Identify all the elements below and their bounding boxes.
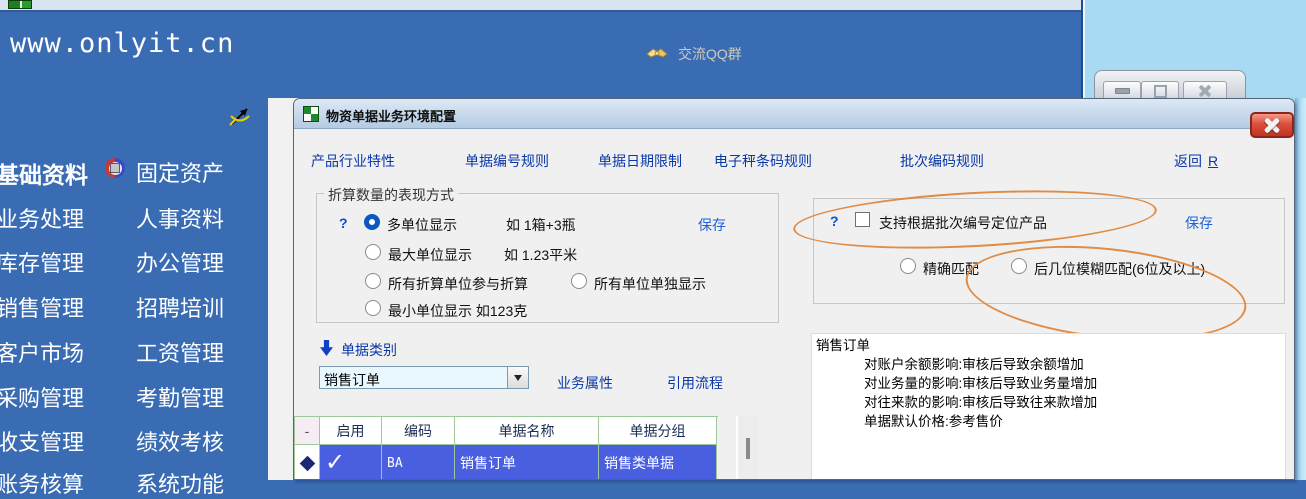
scrollbar-thumb[interactable]: [746, 438, 750, 459]
sidebar-item-performance[interactable]: 绩效考核: [136, 425, 224, 457]
close-icon: [1198, 85, 1212, 97]
info-line: 对往来款的影响:审核后导致往来款增加: [816, 393, 1281, 412]
info-line: 对账户余额影响:审核后导致余额增加: [816, 355, 1281, 374]
save-batch-button[interactable]: 保存: [1185, 213, 1213, 233]
background-window-titlebar: [1094, 70, 1246, 100]
down-arrow-icon: [320, 340, 333, 356]
doc-category-label: 单据类别: [341, 340, 397, 360]
qq-group-label: 交流QQ群: [678, 44, 742, 64]
radio-multi-unit-label: 多单位显示: [387, 215, 457, 235]
app-icon: [8, 0, 32, 9]
nav-batch-code-rule[interactable]: 批次编码规则: [900, 151, 984, 171]
dropdown-arrow-icon: [514, 375, 522, 381]
quantity-groupbox-legend: 折算数量的表现方式: [324, 185, 458, 205]
nav-doc-date-limit[interactable]: 单据日期限制: [598, 151, 682, 171]
sidebar-item-income[interactable]: 收支管理: [0, 425, 84, 457]
sidebar-item-salary[interactable]: 工资管理: [136, 336, 224, 368]
right-window-sliver: [1295, 98, 1306, 480]
radio-min-unit-label: 最小单位显示 如123克: [388, 301, 527, 321]
minimize-icon: [1115, 88, 1130, 94]
batch-locate-checkbox-label: 支持根据批次编号定位产品: [879, 213, 1047, 233]
check-icon: ✓: [325, 451, 345, 475]
sidebar-item-business[interactable]: 业务处理: [0, 202, 84, 234]
sidebar-item-attendance[interactable]: 考勤管理: [136, 381, 224, 413]
cursor-icon: [228, 104, 252, 128]
radio-multi-unit[interactable]: [364, 214, 380, 230]
doc-category-value: 销售订单: [320, 367, 507, 388]
help-icon[interactable]: ?: [830, 213, 839, 229]
maximize-icon: [1154, 85, 1167, 98]
refresh-icon: [105, 158, 125, 178]
table-header-row: - 启用 编码 单据名称 单据分组: [295, 417, 718, 445]
sidebar-item-inventory[interactable]: 库存管理: [0, 246, 84, 278]
row-code-cell: BA: [382, 445, 455, 480]
max-unit-example: 如 1.23平米: [504, 245, 577, 265]
return-link[interactable]: 返回R: [1174, 151, 1218, 171]
dropdown-button[interactable]: [507, 367, 528, 388]
radio-max-unit-label: 最大单位显示: [388, 245, 472, 265]
radio-units-separate-label: 所有单位单独显示: [594, 274, 706, 294]
table-header-code: 编码: [382, 417, 455, 445]
row-group-cell: 销售类单据: [599, 445, 717, 480]
row-marker-cell: [295, 445, 320, 480]
sidebar-item-sales[interactable]: 销售管理: [0, 291, 84, 323]
sidebar-item-recruit[interactable]: 招聘培训: [136, 291, 224, 323]
info-line: 单据默认价格:参考售价: [816, 412, 1281, 431]
doc-table: - 启用 编码 单据名称 单据分组 ✓ BA 销售订单 销售类单据: [294, 416, 718, 480]
save-quantity-button[interactable]: 保存: [698, 215, 726, 235]
batch-locate-checkbox[interactable]: [855, 212, 870, 227]
dialog-icon: [303, 106, 319, 122]
sidebar-item-fixed-assets[interactable]: 固定资产: [136, 156, 224, 188]
radio-units-separate[interactable]: [571, 273, 587, 289]
business-attr-link[interactable]: 业务属性: [557, 373, 613, 393]
help-icon[interactable]: ?: [339, 215, 348, 231]
radio-exact-match-label: 精确匹配: [923, 259, 979, 279]
table-header-enabled: 启用: [320, 417, 382, 445]
radio-min-unit[interactable]: [365, 300, 381, 316]
table-header-group: 单据分组: [599, 417, 717, 445]
nav-doc-number-rule[interactable]: 单据编号规则: [465, 151, 549, 171]
dialog-title: 物资单据业务环境配置: [326, 106, 456, 125]
diamond-icon: [299, 455, 315, 471]
row-name-cell: 销售订单: [455, 445, 599, 480]
sidebar-item-base-data[interactable]: 基础资料: [0, 156, 88, 190]
nav-product-industry[interactable]: 产品行业特性: [311, 151, 395, 171]
handshake-icon: [646, 46, 668, 62]
radio-fuzzy-match[interactable]: [1011, 258, 1027, 274]
sidebar-item-hr[interactable]: 人事资料: [136, 202, 224, 234]
radio-all-units-convert[interactable]: [365, 273, 381, 289]
qq-group-link[interactable]: 交流QQ群: [646, 44, 742, 64]
sidebar-item-purchase[interactable]: 采购管理: [0, 381, 84, 413]
table-row[interactable]: ✓ BA 销售订单 销售类单据: [295, 445, 718, 480]
table-header-name: 单据名称: [455, 417, 599, 445]
info-line: 销售订单: [816, 336, 1281, 355]
sidebar-item-accounting[interactable]: 账务核算: [0, 467, 84, 499]
multi-unit-example: 如 1箱+3瓶: [506, 215, 576, 235]
close-icon: [1263, 118, 1281, 132]
sidebar-item-office[interactable]: 办公管理: [136, 246, 224, 278]
radio-fuzzy-match-label: 后几位模糊匹配(6位及以上): [1034, 259, 1205, 279]
ref-flow-link[interactable]: 引用流程: [667, 373, 723, 393]
radio-max-unit[interactable]: [365, 244, 381, 260]
dialog-close-button[interactable]: [1250, 112, 1294, 138]
info-line: 对业务量的影响:审核后导致业务量增加: [816, 374, 1281, 393]
radio-exact-match[interactable]: [900, 258, 916, 274]
doc-category-select[interactable]: 销售订单: [319, 366, 529, 389]
doc-info-panel: 销售订单 对账户余额影响:审核后导致余额增加 对业务量的影响:审核后导致业务量增…: [811, 333, 1286, 480]
radio-all-units-convert-label: 所有折算单位参与折算: [388, 274, 528, 294]
table-header-marker: -: [295, 417, 320, 445]
site-url: www.onlyit.cn: [10, 28, 234, 59]
sidebar-item-customer[interactable]: 客户市场: [0, 336, 84, 368]
nav-scale-barcode-rule[interactable]: 电子秤条码规则: [714, 151, 812, 171]
row-enabled-cell: ✓: [320, 445, 382, 480]
sidebar-item-system[interactable]: 系统功能: [136, 467, 224, 499]
config-dialog: 物资单据业务环境配置 产品行业特性 单据编号规则 单据日期限制 电子秤条码规则 …: [293, 98, 1295, 480]
